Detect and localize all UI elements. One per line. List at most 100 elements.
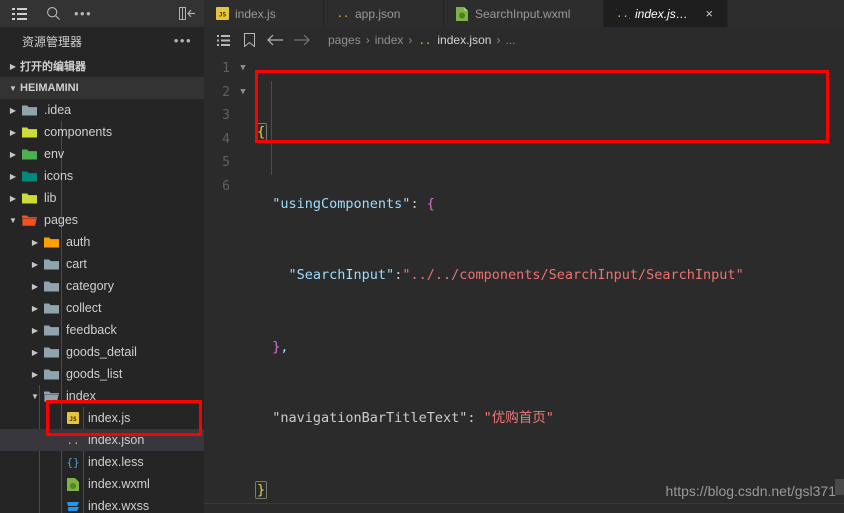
tree-item-label: index.less	[88, 455, 144, 469]
code-editor[interactable]: 1 ▼ 2 ▼ 3 4 5 6 { "usingComponents": {"…	[204, 53, 844, 513]
tree-item-goods-detail[interactable]: ▶ goods_detail	[0, 341, 204, 363]
fold-chevron-down-icon[interactable]: ▼	[236, 81, 250, 105]
chevron-right-icon[interactable]: ▶	[28, 326, 42, 335]
chevron-right-icon[interactable]: ▶	[28, 370, 42, 379]
folder-icon	[44, 302, 60, 314]
code-token-key: "usingComponents"	[272, 195, 411, 212]
code-token-key: "SearchInput"	[288, 267, 395, 283]
line-number: 2 ▼	[204, 81, 256, 105]
svg-text:JS: JS	[69, 416, 77, 423]
code-content[interactable]: { "usingComponents": { "SearchInput":"..…	[254, 53, 844, 513]
tree-item-index-less[interactable]: {} index.less	[0, 451, 204, 473]
breadcrumb-overflow[interactable]: ...	[505, 33, 515, 47]
chevron-right-icon[interactable]: ▶	[28, 238, 42, 247]
tab-index-json[interactable]: {..} index.json ×	[604, 0, 728, 27]
line-number-gutter: 1 ▼ 2 ▼ 3 4 5 6	[204, 53, 256, 513]
explorer-sidebar: 资源管理器 ••• ▶ 打开的编辑器 ▼ HEIMAMINI ▶ .idea ▶ co…	[0, 27, 204, 513]
tab-app-json[interactable]: {..} app.json	[324, 0, 444, 27]
breadcrumb-segment-pages[interactable]: pages	[328, 33, 361, 47]
top-strip: ••• JS index.js {..}	[0, 0, 844, 27]
tree-item-feedback[interactable]: ▶ feedback	[0, 319, 204, 341]
tree-item-icons[interactable]: ▶ icons	[0, 165, 204, 187]
tree-item-label: index	[66, 389, 96, 403]
tree-item-lib[interactable]: ▶ lib	[0, 187, 204, 209]
folder-icon	[44, 390, 60, 402]
section-label: 打开的编辑器	[20, 61, 86, 73]
section-label: HEIMAMINI	[20, 82, 79, 94]
forward-arrow-icon[interactable]	[288, 27, 314, 53]
close-icon[interactable]: ×	[703, 7, 715, 20]
json-file-icon: {..}	[336, 7, 350, 20]
chevron-right-icon[interactable]: ▶	[28, 304, 42, 313]
explorer-more-icon[interactable]: •••	[174, 34, 192, 47]
tree-item-pages[interactable]: ▼ pages	[0, 209, 204, 231]
chevron-right-icon[interactable]: ▶	[6, 194, 20, 203]
chevron-right-icon[interactable]: ▶	[6, 172, 20, 181]
wxml-file-icon	[456, 7, 469, 21]
line-number: 5	[222, 155, 230, 170]
activity-bar: •••	[0, 0, 204, 27]
bookmark-icon[interactable]	[236, 27, 262, 53]
tree-item-env[interactable]: ▶ env	[0, 143, 204, 165]
tree-item-collect[interactable]: ▶ collect	[0, 297, 204, 319]
tree-item--idea[interactable]: ▶ .idea	[0, 99, 204, 121]
tree-item-label: lib	[44, 191, 57, 205]
wxml-file-icon	[66, 477, 82, 491]
line-number: 4	[222, 131, 230, 147]
tree-item-label: index.wxml	[88, 477, 150, 491]
search-icon[interactable]	[40, 1, 66, 27]
code-token-string: "优购首页"	[483, 410, 554, 426]
chevron-right-icon[interactable]: ▶	[28, 348, 42, 357]
wxss-file-icon	[66, 499, 82, 513]
svg-text:{..}: {..}	[336, 8, 350, 20]
section-open-editors[interactable]: ▶ 打开的编辑器	[0, 55, 204, 77]
editor-tab-bar: JS index.js {..} app.json SearchInput.wx…	[204, 0, 844, 27]
breadcrumb: pages › index › {..} index.json › ...	[204, 27, 844, 53]
less-file-icon: {}	[66, 455, 82, 469]
code-line-2: "usingComponents": {	[256, 193, 844, 217]
tree-item-cart[interactable]: ▶ cart	[0, 253, 204, 275]
fold-chevron-down-icon[interactable]: ▼	[236, 57, 250, 81]
chevron-down-icon[interactable]: ▼	[28, 392, 42, 401]
chevron-down-icon: ▼	[9, 83, 17, 93]
tree-item-index-json[interactable]: {..} index.json	[0, 429, 204, 451]
tree-item-label: index.js	[88, 411, 131, 425]
code-token-string: "../../components/SearchInput/SearchInpu…	[402, 267, 744, 283]
tree-item-index-wxml[interactable]: index.wxml	[0, 473, 204, 495]
tree-item-index[interactable]: ▼ index	[0, 385, 204, 407]
chevron-right-icon[interactable]: ▶	[6, 150, 20, 159]
chevron-right-icon[interactable]: ▶	[28, 282, 42, 291]
tree-item-category[interactable]: ▶ category	[0, 275, 204, 297]
menu-icon[interactable]	[6, 1, 32, 27]
folder-icon	[44, 280, 60, 292]
code-token-brace: {	[254, 123, 268, 141]
tree-item-label: .idea	[44, 103, 72, 117]
chevron-right-icon[interactable]: ▶	[6, 106, 20, 115]
chevron-right-icon[interactable]: ▶	[6, 128, 20, 137]
tree-item-index-js[interactable]: JS index.js	[0, 407, 204, 429]
breadcrumb-separator: ›	[408, 33, 413, 47]
tree-item-components[interactable]: ▶ components	[0, 121, 204, 143]
section-project-root[interactable]: ▼ HEIMAMINI	[0, 77, 204, 99]
chevron-down-icon[interactable]: ▼	[6, 216, 20, 225]
collapse-sidebar-icon[interactable]	[179, 0, 196, 27]
tree-item-auth[interactable]: ▶ auth	[0, 231, 204, 253]
breadcrumb-segment-index[interactable]: index	[375, 33, 404, 47]
code-token-brace: }	[254, 480, 268, 499]
folder-icon	[22, 126, 38, 138]
tree-item-goods-list[interactable]: ▶ goods_list	[0, 363, 204, 385]
tab-searchinput-wxml[interactable]: SearchInput.wxml	[444, 0, 604, 27]
back-arrow-icon[interactable]	[262, 27, 288, 53]
tab-index-js[interactable]: JS index.js	[204, 0, 324, 27]
outline-icon[interactable]	[210, 27, 236, 53]
scrollbar-thumb[interactable]	[835, 479, 844, 495]
breadcrumb-file[interactable]: index.json	[437, 33, 491, 47]
tree-item-label: goods_detail	[66, 345, 137, 359]
folder-icon	[22, 148, 38, 160]
folder-icon	[22, 192, 38, 204]
chevron-right-icon[interactable]: ▶	[28, 260, 42, 269]
tree-item-index-wxss[interactable]: index.wxss	[0, 495, 204, 513]
tab-label: index.json	[635, 6, 690, 21]
more-actions-icon[interactable]: •••	[74, 7, 92, 20]
code-token-comma: ,	[280, 338, 289, 355]
